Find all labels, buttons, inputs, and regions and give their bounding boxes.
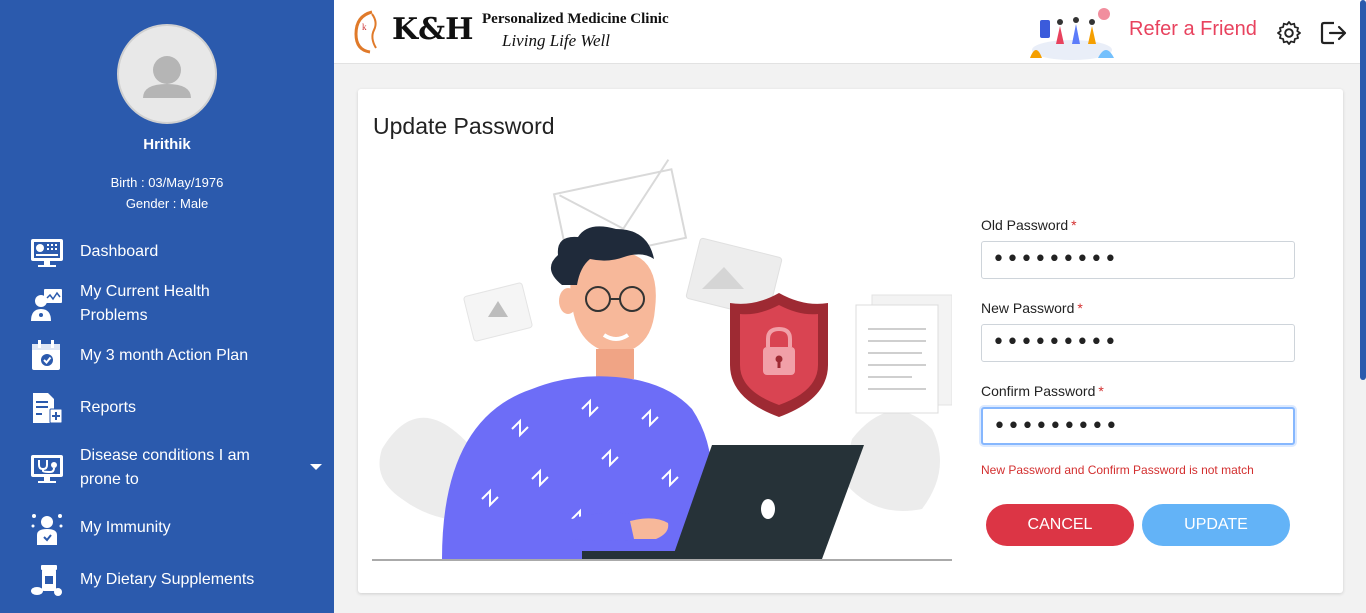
sidebar-item-label: Reports xyxy=(80,399,137,416)
confirm-password-label: Confirm Password * xyxy=(981,383,1104,399)
confirm-password-label-text: Confirm Password xyxy=(981,383,1096,399)
sidebar-item-action-plan[interactable]: My 3 month Action Plan xyxy=(0,330,334,382)
report-icon xyxy=(33,393,63,424)
calendar-check-icon xyxy=(32,340,60,370)
sidebar-item-label: My Current Health Problems xyxy=(80,283,210,324)
sidebar-item-reports[interactable]: Reports xyxy=(0,382,334,434)
user-placeholder-icon xyxy=(143,56,191,98)
birth-date: Birth : 03/May/1976 xyxy=(110,175,224,190)
security-illustration xyxy=(372,159,952,561)
sidebar-item-label: Dashboard xyxy=(80,243,159,260)
sidebar-nav: Dashboard My Current Health Problems My … xyxy=(0,226,334,606)
chevron-down-icon[interactable] xyxy=(310,464,322,470)
sidebar: Hrithik Birth : 03/May/1976 Gender : Mal… xyxy=(0,0,334,613)
update-password-card: Update Password Old Password * •••••••••… xyxy=(358,89,1343,593)
gear-icon[interactable] xyxy=(1276,20,1302,46)
doctor-icon xyxy=(31,289,62,321)
avatar[interactable] xyxy=(117,24,217,124)
refer-friend-link[interactable]: Refer a Friend xyxy=(1129,18,1257,41)
page-title: Update Password xyxy=(373,113,555,139)
update-button[interactable]: UPDATE xyxy=(1142,504,1290,546)
old-password-field[interactable]: ••••••••• xyxy=(981,241,1295,279)
required-mark: * xyxy=(1077,300,1083,316)
refer-illustration-icon xyxy=(1030,8,1114,60)
new-password-label: New Password * xyxy=(981,300,1083,316)
immunity-icon xyxy=(31,514,63,545)
sidebar-item-label: Disease conditions I am prone to xyxy=(80,447,250,488)
new-password-label-text: New Password xyxy=(981,300,1075,316)
new-password-field[interactable]: ••••••••• xyxy=(981,324,1295,362)
gender: Gender : Male xyxy=(125,196,209,211)
top-header: k K&H Personalized Medicine Clinic Livin… xyxy=(334,0,1366,64)
sidebar-item-label: My Dietary Supplements xyxy=(80,571,255,588)
sidebar-item-health-problems[interactable]: My Current Health Problems xyxy=(0,278,334,330)
pills-icon xyxy=(31,565,62,596)
clinic-tagline: Living Life Well xyxy=(502,31,610,50)
validation-error: New Password and Confirm Password is not… xyxy=(981,463,1254,477)
monitor-stethoscope-icon xyxy=(31,455,63,483)
clinic-name: Personalized Medicine Clinic xyxy=(482,11,669,27)
sidebar-item-dietary-supplements[interactable]: My Dietary Supplements xyxy=(0,554,334,606)
old-password-label-text: Old Password xyxy=(981,217,1069,233)
sidebar-item-label: My Immunity xyxy=(80,519,171,536)
sidebar-item-label: My 3 month Action Plan xyxy=(80,347,249,364)
sidebar-item-disease-conditions[interactable]: Disease conditions I am prone to xyxy=(0,434,334,502)
required-mark: * xyxy=(1098,383,1104,399)
logout-icon[interactable] xyxy=(1320,20,1348,46)
confirm-password-field[interactable]: ••••••••• xyxy=(981,407,1295,445)
user-name: Hrithik xyxy=(143,136,191,153)
sidebar-item-immunity[interactable]: My Immunity xyxy=(0,502,334,554)
page-scrollbar[interactable] xyxy=(1360,0,1366,380)
sidebar-item-dashboard[interactable]: Dashboard xyxy=(0,226,334,278)
logo-text: K&H xyxy=(392,12,474,47)
svg-text:k: k xyxy=(362,22,367,32)
cancel-button[interactable]: CANCEL xyxy=(986,504,1134,546)
old-password-label: Old Password * xyxy=(981,217,1077,233)
dashboard-icon xyxy=(31,239,63,267)
logo-mark-icon: k xyxy=(354,10,377,54)
required-mark: * xyxy=(1071,217,1077,233)
